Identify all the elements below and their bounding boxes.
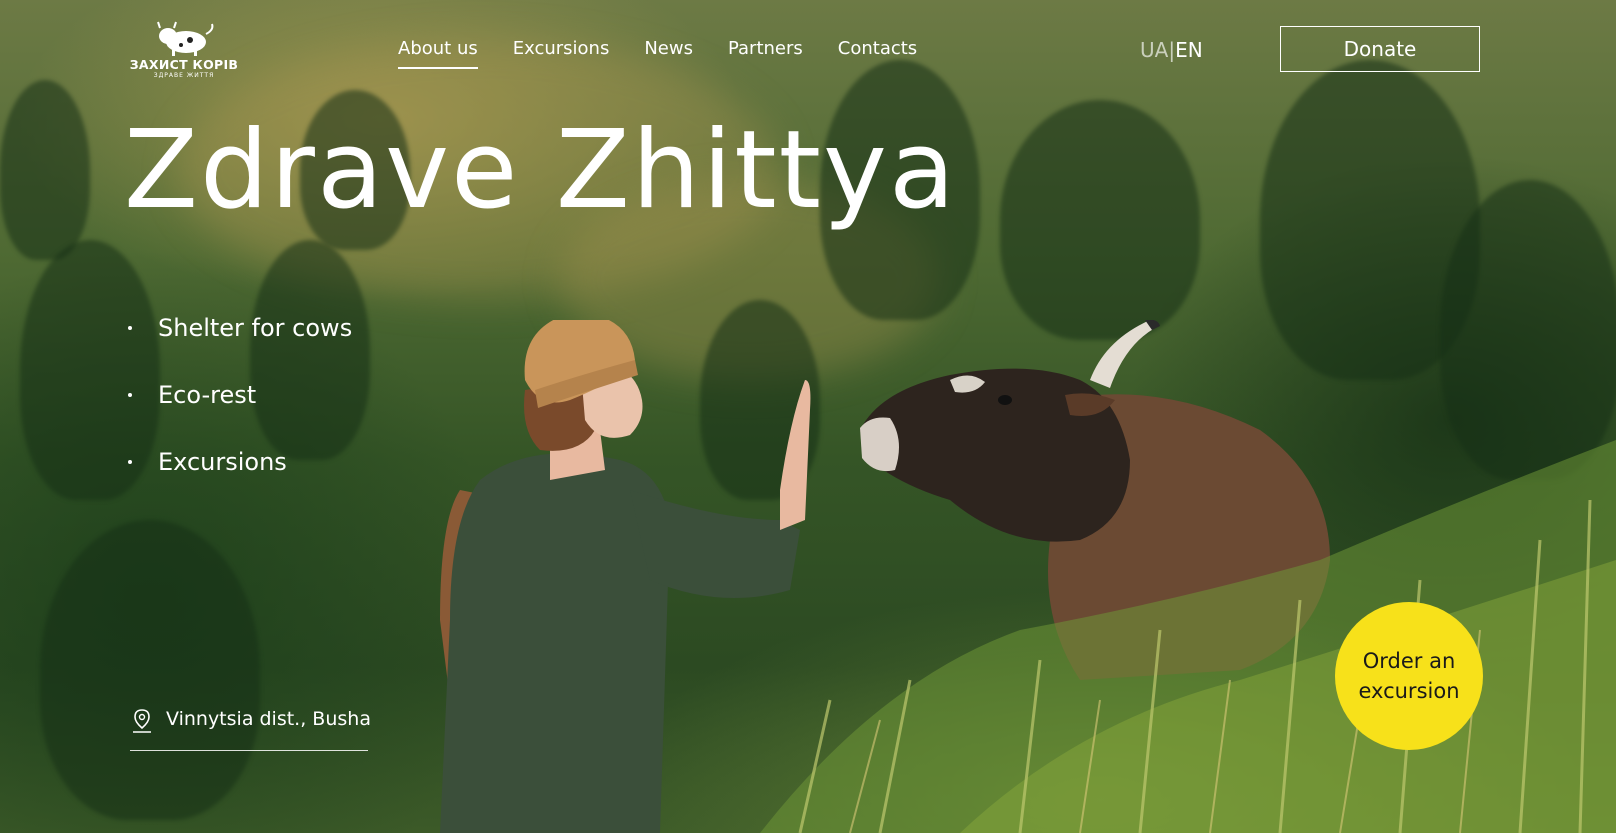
- hero-section: ЗАХИСТ КОРІВ ЗДРАВЕ ЖИТТЯ About us Excur…: [0, 0, 1616, 833]
- nav-contacts[interactable]: Contacts: [838, 38, 917, 69]
- bullet-icon: [128, 460, 132, 464]
- nav-about-us[interactable]: About us: [398, 38, 478, 69]
- cow-icon: [157, 21, 214, 56]
- donate-button[interactable]: Donate: [1280, 26, 1480, 72]
- feature-item: Excursions: [128, 447, 352, 477]
- feature-item: Eco-rest: [128, 380, 352, 410]
- feature-item: Shelter for cows: [128, 313, 352, 343]
- logo[interactable]: ЗАХИСТ КОРІВ ЗДРАВЕ ЖИТТЯ: [128, 20, 240, 80]
- grass-foreground: [760, 440, 1616, 833]
- feature-label: Excursions: [158, 448, 287, 476]
- language-switcher: UA|EN: [1140, 38, 1203, 62]
- main-nav: About us Excursions News Partners Contac…: [398, 38, 952, 69]
- background-tree: [0, 80, 90, 260]
- order-excursion-button[interactable]: Order an excursion: [1335, 602, 1483, 750]
- location-pin-icon: [133, 709, 151, 733]
- nav-excursions[interactable]: Excursions: [513, 38, 610, 69]
- location-text: Vinnytsia dist., Busha: [166, 708, 371, 730]
- location-link[interactable]: Vinnytsia dist., Busha: [130, 708, 371, 751]
- lang-ua[interactable]: UA: [1140, 38, 1168, 62]
- hero-title: Zdrave Zhittya: [124, 108, 958, 233]
- logo-tagline: ЗДРАВЕ ЖИТТЯ: [153, 72, 215, 79]
- feature-label: Shelter for cows: [158, 314, 353, 342]
- feature-label: Eco-rest: [158, 381, 257, 409]
- background-tree: [40, 520, 260, 820]
- bullet-icon: [128, 326, 132, 330]
- lang-en[interactable]: EN: [1175, 38, 1203, 62]
- logo-text: ЗАХИСТ КОРІВ: [129, 57, 239, 72]
- nav-partners[interactable]: Partners: [728, 38, 803, 69]
- features-list: Shelter for cows Eco-rest Excursions: [128, 313, 352, 514]
- nav-news[interactable]: News: [644, 38, 693, 69]
- bullet-icon: [128, 393, 132, 397]
